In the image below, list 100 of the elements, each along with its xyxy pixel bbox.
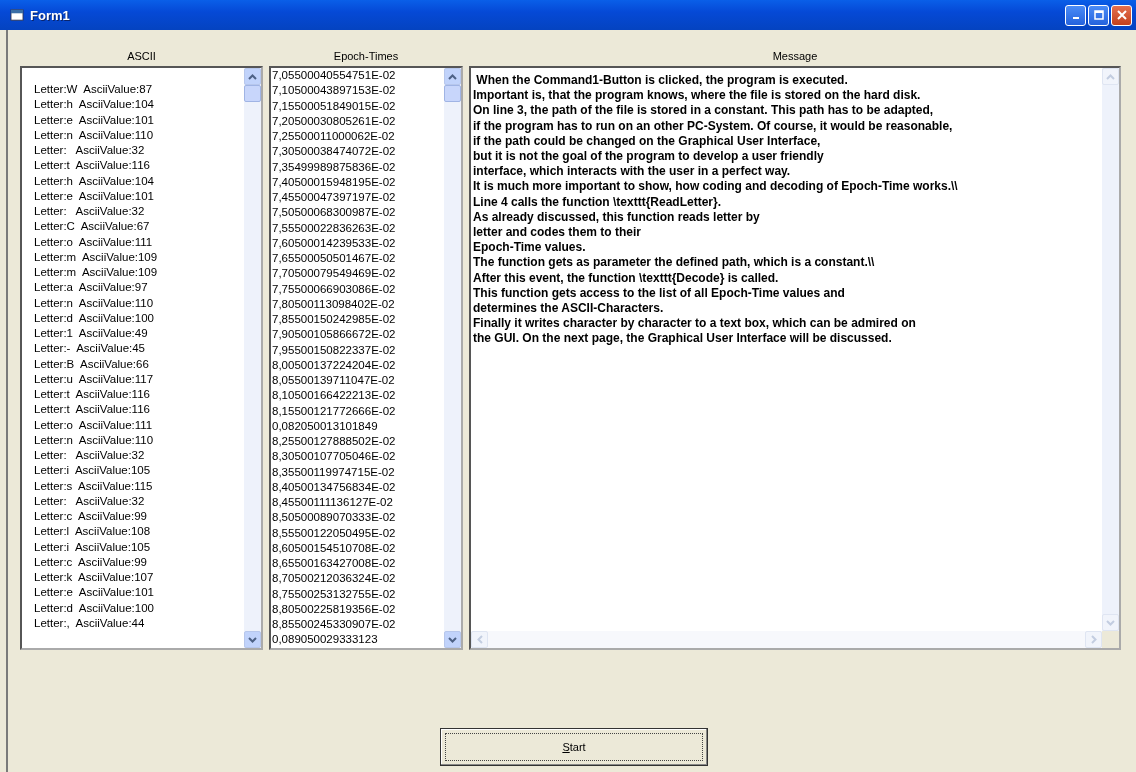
list-item[interactable]: Letter:m AsciiValue:109 [34,265,244,281]
list-item[interactable]: 8,55500122050495E-02 [272,525,444,541]
list-item[interactable]: Letter:W AsciiValue:87 [34,82,244,98]
list-item[interactable]: Letter:c AsciiValue:99 [34,554,244,570]
caret-up-icon [248,73,257,80]
list-item[interactable]: Letter:d AsciiValue:100 [34,310,244,326]
list-item[interactable]: 7,60500014239533E-02 [272,235,444,251]
list-item[interactable]: 7,85500150242985E-02 [272,312,444,328]
start-button[interactable]: Start [440,728,708,766]
column-heading: Epoch-Times [333,49,399,64]
caret-down-icon [1106,619,1115,626]
list-item[interactable]: Letter:C AsciiValue:67 [34,219,244,235]
minimize-button[interactable] [1065,4,1086,26]
list-item[interactable]: Letter:s AsciiValue:115 [34,478,244,494]
ascii-list[interactable] [20,66,263,650]
list-item[interactable]: Letter:t AsciiValue:116 [34,158,244,174]
message-line: if the path could be changed on the Graphical User Interface, [473,133,822,149]
list-item[interactable]: 8,15500121772666E-02 [272,403,444,419]
list-item[interactable]: Letter:n AsciiValue:110 [34,432,244,448]
list-item[interactable]: 7,70500079549469E-02 [272,266,444,282]
list-item[interactable]: 8,35500119974715E-02 [272,464,444,480]
scroll-thumb[interactable] [444,85,461,102]
list-item[interactable]: 7,25500011000062E-02 [272,129,444,145]
scroll-down-button[interactable] [444,631,461,648]
list-item[interactable]: 7,50500068300987E-02 [272,205,444,221]
list-item[interactable]: 8,05500139711047E-02 [272,373,444,389]
list-item[interactable]: Letter:k AsciiValue:107 [34,570,244,586]
list-item[interactable]: 8,10500166422213E-02 [272,388,444,404]
list-item[interactable]: 7,15500051849015E-02 [272,98,444,114]
list-item[interactable]: 7,75500066903086E-02 [272,281,444,297]
list-item[interactable]: 8,85500245330907E-02 [272,617,444,633]
list-item[interactable]: Letter: AsciiValue:32 [34,448,244,464]
epoch-times-list[interactable] [269,66,463,650]
list-item[interactable]: Letter:h AsciiValue:104 [34,97,244,113]
list-item[interactable]: 8,75500253132755E-02 [272,586,444,602]
list-item[interactable]: 7,30500038474072E-02 [272,144,444,160]
list-item[interactable]: Letter:, AsciiValue:44 [34,615,244,631]
message-line: Line 4 calls the function \texttt{ReadLetter}. [473,194,723,210]
caret-left-icon [476,635,483,644]
list-item[interactable]: 8,80500225819356E-02 [272,601,444,617]
list-item[interactable]: 8,25500127888502E-02 [272,434,444,450]
list-item[interactable]: Letter:a AsciiValue:97 [34,280,244,296]
scroll-down-button[interactable] [244,631,261,648]
list-item[interactable]: Letter:m AsciiValue:109 [34,249,244,265]
list-item[interactable]: Letter:i AsciiValue:105 [34,463,244,479]
maximize-button[interactable] [1088,4,1109,26]
list-item[interactable]: Letter:e AsciiValue:101 [34,112,244,128]
list-item[interactable]: 8,00500137224204E-02 [272,357,444,373]
scroll-up-button[interactable] [444,68,461,85]
list-item[interactable]: Letter:d AsciiValue:100 [34,600,244,616]
list-item[interactable]: 8,30500107705046E-02 [272,449,444,465]
list-item[interactable]: Letter:i AsciiValue:105 [34,539,244,555]
list-item[interactable]: Letter:B AsciiValue:66 [34,356,244,372]
list-item[interactable]: Letter: AsciiValue:32 [34,143,244,159]
list-item[interactable]: 8,40500134756834E-02 [272,479,444,495]
list-item[interactable]: 7,55500022836263E-02 [272,220,444,236]
list-item[interactable]: 0,082050013101849 [272,418,444,434]
list-item[interactable]: Letter:o AsciiValue:111 [34,234,244,250]
list-item[interactable]: 7,90500105866672E-02 [272,327,444,343]
list-item[interactable]: Letter:t AsciiValue:116 [34,387,244,403]
list-item[interactable]: Letter: AsciiValue:32 [34,493,244,509]
close-button[interactable] [1111,4,1132,26]
message-line: if the program has to run on an other PC-System. Of course, it would be reasonable, [473,118,954,134]
message-text-box[interactable] [469,66,1121,650]
list-item[interactable]: 7,65500050501467E-02 [272,251,444,267]
list-item[interactable]: 8,60500154510708E-02 [272,540,444,556]
list-item[interactable]: Letter:e AsciiValue:101 [34,188,244,204]
list-item[interactable]: Letter:o AsciiValue:111 [34,417,244,433]
message-line: the GUI. On the next page, the Graphical User Interface will be discussed. [473,331,893,347]
list-item[interactable]: Letter:e AsciiValue:101 [34,585,244,601]
list-item[interactable]: Letter:n AsciiValue:110 [34,295,244,311]
list-item[interactable]: 8,70500212036324E-02 [272,571,444,587]
list-item[interactable]: Letter:1 AsciiValue:49 [34,326,244,342]
list-item[interactable]: 7,20500030805261E-02 [272,113,444,129]
scroll-up-button[interactable] [244,68,261,85]
scrollbar[interactable] [244,68,261,648]
list-item[interactable]: Letter:- AsciiValue:45 [34,341,244,357]
list-item[interactable]: Letter:n AsciiValue:110 [34,127,244,143]
list-item[interactable]: Letter: AsciiValue:32 [34,204,244,220]
list-item[interactable]: Letter:c AsciiValue:99 [34,509,244,525]
list-item[interactable]: 7,40500015948195E-02 [272,174,444,190]
column-heading: Message [772,49,818,64]
list-item[interactable]: 7,05500040554751E-02 [272,68,444,84]
list-item[interactable]: Letter:h AsciiValue:104 [34,173,244,189]
list-item[interactable]: 7,80500113098402E-02 [272,296,444,312]
caret-down-icon [248,636,257,643]
scrollbar[interactable] [444,68,461,648]
message-line: The function gets as parameter the defined path, which is a constant.\\ [473,255,876,271]
list-item[interactable]: 8,50500089070333E-02 [272,510,444,526]
list-item[interactable]: 8,45500111136127E-02 [272,495,444,511]
list-item[interactable]: 7,10500043897153E-02 [272,83,444,99]
list-item[interactable]: 8,65500163427008E-02 [272,556,444,572]
list-item[interactable]: Letter:u AsciiValue:117 [34,371,244,387]
list-item[interactable]: 7,95500150822337E-02 [272,342,444,358]
list-item[interactable]: Letter:l AsciiValue:108 [34,524,244,540]
list-item[interactable]: 7,35499989875836E-02 [272,159,444,175]
list-item[interactable]: 0,089050029333123 [272,632,444,648]
list-item[interactable]: 7,45500047397197E-02 [272,190,444,206]
scroll-thumb[interactable] [244,85,261,102]
list-item[interactable]: Letter:t AsciiValue:116 [34,402,244,418]
